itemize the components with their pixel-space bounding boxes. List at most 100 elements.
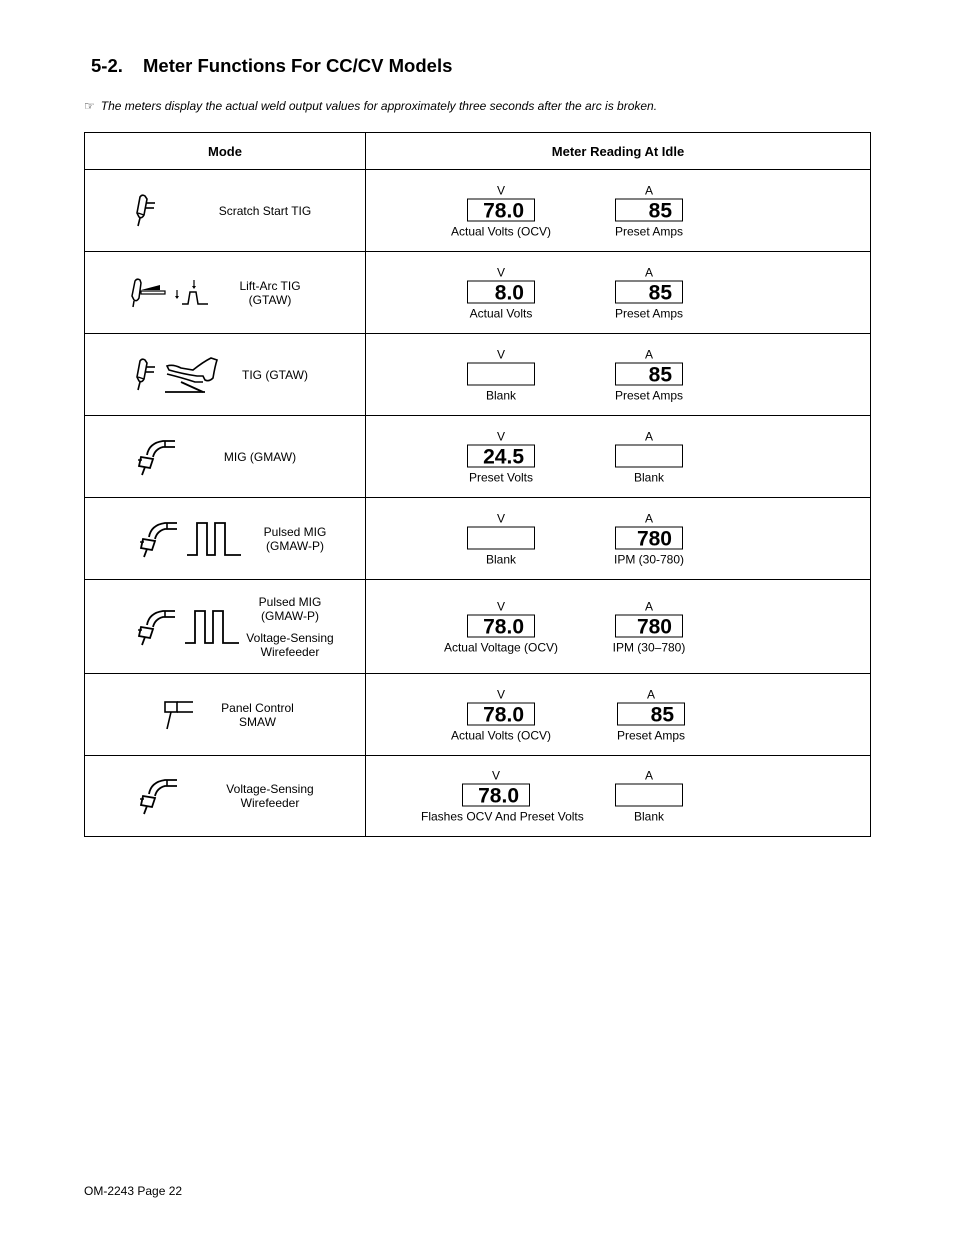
mode-name: Panel Control xyxy=(221,700,294,715)
meter-reading-cell: V 78.0 Actual Volts (OCV) A 85 Preset Am… xyxy=(365,169,871,252)
mode-label: TIG (GTAW) xyxy=(235,368,315,382)
volts-meter: V 24.5 Preset Volts xyxy=(426,429,576,484)
volts-meter-caption: Actual Volts (OCV) xyxy=(450,728,552,742)
amps-meter-display: 85 xyxy=(617,702,685,726)
volts-meter-caption: Actual Volts (OCV) xyxy=(450,224,552,238)
mode-cell: Scratch Start TIG xyxy=(84,169,366,252)
mode-icons xyxy=(130,277,210,308)
mig-gun-icon xyxy=(135,437,177,477)
volts-meter-unit: V xyxy=(491,768,500,783)
mode-label: MIG (GMAW) xyxy=(215,450,305,464)
mode-cell: TIG (GTAW) xyxy=(84,333,366,416)
amps-meter-display: 85 xyxy=(615,362,683,386)
amps-meter-unit: A xyxy=(644,265,653,279)
mode-name-line3: Voltage-Sensing xyxy=(246,630,334,645)
amps-meter-display: 780 xyxy=(615,526,683,550)
mode-name: TIG (GTAW) xyxy=(242,367,308,382)
amps-meter: A 780 IPM (30-780) xyxy=(574,511,724,566)
volts-meter-unit: V xyxy=(496,429,505,443)
amps-meter: A Blank xyxy=(574,769,724,824)
stick-electrode-holder-icon xyxy=(163,699,195,731)
mode-name: MIG (GMAW) xyxy=(223,449,297,464)
amps-meter: A 85 Preset Amps xyxy=(574,183,724,238)
amps-meter-caption: Preset Amps xyxy=(616,728,686,742)
pointing-hand-icon: ☞ xyxy=(84,99,95,113)
header-mode: Mode xyxy=(84,132,366,170)
meter-reading-cell: V 24.5 Preset Volts A Blank xyxy=(365,415,871,498)
volts-meter-caption: Actual Volts xyxy=(469,306,533,320)
volts-meter-unit: V xyxy=(496,687,505,701)
mode-name: Pulsed MIG xyxy=(263,524,327,539)
volts-meter: V 78.0 Actual Voltage (OCV) xyxy=(426,599,576,654)
volts-meter: V 78.0 Flashes OCV And Preset Volts xyxy=(421,768,584,824)
volts-meter-caption: Blank xyxy=(485,552,517,566)
mode-icons xyxy=(163,699,195,731)
mode-name: Scratch Start TIG xyxy=(218,203,312,218)
mig-gun-icon xyxy=(137,776,179,816)
amps-meter-unit: A xyxy=(644,599,653,613)
table-row: Pulsed MIG (GMAW-P) Voltage-Sensing Wirefee… xyxy=(84,579,871,674)
amps-meter-display: 85 xyxy=(615,280,683,304)
meter-reading-cell: V 78.0 Actual Voltage (OCV) A 780 IPM (3… xyxy=(365,579,871,674)
mode-icons xyxy=(135,437,177,477)
table-row: Lift-Arc TIG (GTAW) V 8.0 Actual Volts A … xyxy=(84,251,871,334)
mode-label: Panel Control SMAW xyxy=(215,701,300,729)
section-title: Meter Functions For CC/CV Models xyxy=(143,55,453,76)
volts-meter-display xyxy=(467,526,535,549)
volts-meter: V Blank xyxy=(426,347,576,402)
amps-meter-caption: Preset Amps xyxy=(614,224,684,238)
volts-meter-caption: Flashes OCV And Preset Volts xyxy=(421,809,584,824)
mode-cell: Pulsed MIG (GMAW-P) xyxy=(84,497,366,580)
foot-pedal-icon xyxy=(163,356,221,394)
amps-meter-display: 85 xyxy=(615,198,683,222)
mode-name-line2: Wirefeeder xyxy=(240,796,300,810)
amps-meter: A 85 Preset Amps xyxy=(574,347,724,402)
amps-meter-unit: A xyxy=(644,347,653,361)
note: ☞ The meters display the actual weld outp… xyxy=(84,99,657,113)
mode-name-line2: (GMAW-P) xyxy=(261,608,319,623)
volts-meter: V 8.0 Actual Volts xyxy=(426,265,576,320)
amps-meter-unit: A xyxy=(644,511,653,525)
mode-icons xyxy=(137,776,179,816)
mode-name: Pulsed MIG xyxy=(258,594,322,609)
table-row: Panel Control SMAW V 78.0 Actual Volts (O… xyxy=(84,673,871,756)
amps-meter-display xyxy=(615,783,683,807)
amps-meter-caption: IPM (30-780) xyxy=(613,552,685,566)
volts-meter-unit: V xyxy=(496,511,505,525)
mode-name-line2: (GMAW-P) xyxy=(266,538,324,553)
volts-meter-display xyxy=(467,362,535,385)
volts-meter-display: 78.0 xyxy=(462,783,530,808)
volts-meter-display: 78.0 xyxy=(467,614,535,638)
tig-torch-icon xyxy=(135,193,157,229)
amps-meter: A 85 Preset Amps xyxy=(574,265,724,320)
tig-torch-workpiece-icon xyxy=(130,277,168,308)
mode-name-line2: SMAW xyxy=(239,714,276,729)
table-header-row: Mode Meter Reading At Idle xyxy=(84,132,871,170)
table-row: TIG (GTAW) V Blank A 85 Preset Amps xyxy=(84,333,871,416)
amps-meter-unit: A xyxy=(646,687,655,701)
mode-label: Lift-Arc TIG (GTAW) xyxy=(230,279,310,307)
volts-meter-caption: Preset Volts xyxy=(468,470,534,484)
amps-meter-caption: Blank xyxy=(633,809,665,824)
amps-meter: A 780 IPM (30–780) xyxy=(574,599,724,654)
mode-cell: Voltage-Sensing Wirefeeder xyxy=(84,755,366,837)
volts-meter-unit: V xyxy=(496,347,505,361)
volts-meter: V 78.0 Actual Volts (OCV) xyxy=(426,687,576,742)
mode-label: Scratch Start TIG xyxy=(210,204,320,218)
volts-meter-caption: Actual Voltage (OCV) xyxy=(443,640,559,654)
pulse-waveform-icon xyxy=(183,609,241,645)
volts-meter-display: 78.0 xyxy=(467,198,535,222)
pulse-waveform-icon xyxy=(185,521,243,557)
mode-name: Voltage-Sensing xyxy=(226,782,314,796)
meter-reading-cell: V Blank A 780 IPM (30-780) xyxy=(365,497,871,580)
mode-icons xyxy=(135,356,221,394)
header-meter-reading: Meter Reading At Idle xyxy=(365,132,871,170)
volts-meter-unit: V xyxy=(496,183,505,197)
meter-reading-cell: V 78.0 Flashes OCV And Preset Volts A Bl… xyxy=(365,755,871,837)
mode-name-line4: Wirefeeder xyxy=(260,644,320,659)
table-row: Scratch Start TIG V 78.0 Actual Volts (O… xyxy=(84,169,871,252)
page-footer: OM-2243 Page 22 xyxy=(84,1184,183,1198)
amps-meter-caption: Preset Amps xyxy=(614,388,684,402)
mode-icons xyxy=(137,519,243,559)
volts-meter-unit: V xyxy=(496,265,505,279)
